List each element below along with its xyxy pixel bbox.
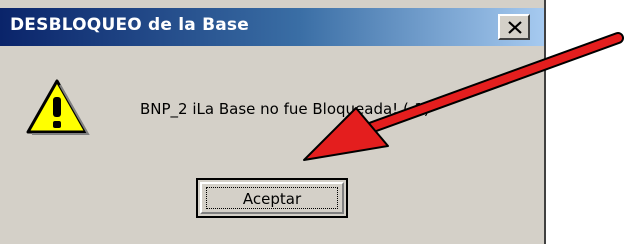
red-arrow-annotation [303, 32, 624, 161]
